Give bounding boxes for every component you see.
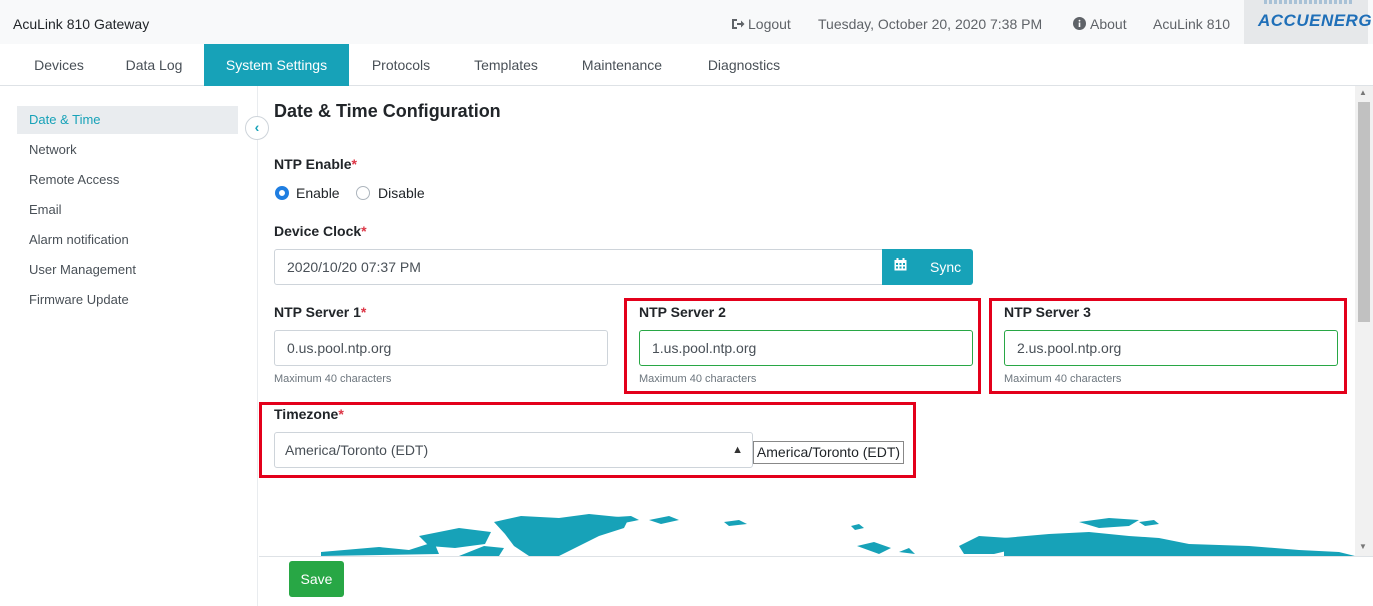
tab-devices[interactable]: Devices [17,44,101,86]
ntp-disable-radio[interactable] [356,186,370,200]
tab-diagnostics[interactable]: Diagnostics [692,44,796,86]
tab-data-log[interactable]: Data Log [108,44,200,86]
logout-icon [732,19,745,29]
tab-system-settings[interactable]: System Settings [204,44,349,86]
about-label: About [1090,16,1127,32]
device-clock-label-text: Device Clock [274,223,362,239]
sidebar-item-firmware-update[interactable]: Firmware Update [17,286,238,314]
world-map[interactable] [259,506,1355,556]
tab-protocols[interactable]: Protocols [355,44,447,86]
calendar-icon [894,249,907,285]
scroll-up-icon[interactable]: ▲ [1359,88,1367,97]
scrollbar-thumb[interactable] [1358,102,1370,322]
sidebar-item-remote-access[interactable]: Remote Access [17,166,238,194]
ntp-disable-option-label: Disable [378,185,425,201]
brand-logo-text: ACCUENERGY [1258,11,1373,30]
world-map-graphic [321,514,1355,556]
sidebar-item-user-management[interactable]: User Management [17,256,238,284]
save-button[interactable]: Save [289,561,344,597]
highlight-box-timezone [259,402,916,478]
required-mark: * [361,223,367,239]
required-mark: * [351,156,357,172]
page-title: Date & Time Configuration [274,101,501,121]
device-name: AcuLink 810 [1153,16,1231,32]
ntp-enable-option-label: Enable [296,185,340,201]
sync-label: Sync [930,259,962,275]
logout-link[interactable]: Logout [731,16,791,32]
main-nav: Devices Data Log System Settings Protoco… [0,44,1373,86]
sidebar-collapse-button[interactable]: ‹ [245,116,269,140]
highlight-box-ntp-server-3 [989,298,1347,394]
sidebar-item-network[interactable]: Network [17,136,238,164]
ntp-enable-label-text: NTP Enable [274,156,352,172]
device-clock-label: Device Clock* [274,223,367,239]
header-datetime: Tuesday, October 20, 2020 7:38 PM [818,16,1043,32]
ntp-server-1-label-text: NTP Server 1 [274,304,361,320]
tab-maintenance[interactable]: Maintenance [566,44,678,86]
sidebar-item-email[interactable]: Email [17,196,238,224]
device-clock-input[interactable]: 2020/10/20 07:37 PM [274,249,883,285]
sidebar [0,86,258,606]
highlight-box-ntp-server-2 [624,298,981,394]
ntp-server-1-label: NTP Server 1* [274,304,366,320]
vertical-scrollbar[interactable]: ▲ ▼ [1355,86,1373,556]
info-icon [1073,17,1086,30]
app-title: AcuLink 810 Gateway [13,16,150,32]
about-link[interactable]: About [1073,16,1127,32]
ntp-enable-radio[interactable] [275,186,289,200]
sidebar-item-alarm-notification[interactable]: Alarm notification [17,226,238,254]
top-bar: AcuLink 810 Gateway Logout Tuesday, Octo… [0,0,1373,50]
scroll-down-icon[interactable]: ▼ [1359,542,1367,551]
sync-button[interactable]: Sync [882,249,973,285]
sidebar-item-date-time[interactable]: Date & Time [17,106,238,134]
ntp-server-1-input[interactable]: 0.us.pool.ntp.org [274,330,608,366]
ntp-server-1-hint: Maximum 40 characters [274,373,392,385]
brand-logo: ACCUENERGY [1244,0,1373,44]
logout-label: Logout [748,16,791,32]
brand-logo-stripe [1264,0,1354,4]
footer-bar [259,556,1373,606]
chevron-left-icon: ‹ [254,119,260,135]
tab-templates[interactable]: Templates [458,44,554,86]
required-mark: * [360,304,367,320]
ntp-enable-label: NTP Enable* [274,156,357,172]
